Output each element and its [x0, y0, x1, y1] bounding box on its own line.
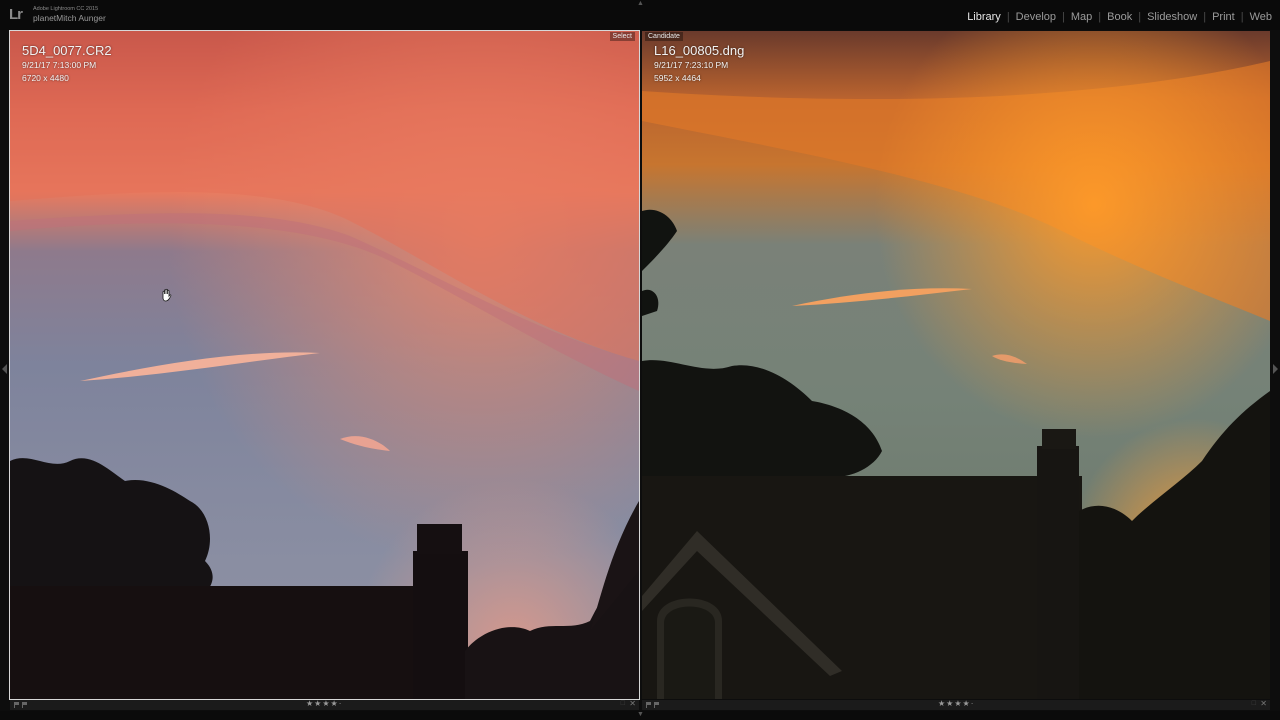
flag-icon[interactable] [14, 701, 28, 709]
candidate-dimensions: 5952 x 4464 [654, 73, 701, 83]
candidate-photo-pane[interactable]: L16_00805.dng 9/21/17 7:23:10 PM 5952 x … [642, 31, 1270, 699]
lightroom-logo: Lr [9, 6, 23, 23]
module-library[interactable]: Library [961, 11, 1007, 23]
hand-cursor-icon [162, 288, 172, 302]
select-photo-image [10, 31, 639, 699]
select-filename: 5D4_0077.CR2 [22, 43, 112, 58]
user-name: planetMitch Aunger [33, 13, 106, 23]
module-map[interactable]: Map [1065, 11, 1098, 23]
flag-icon[interactable] [646, 701, 660, 709]
select-photo-pane[interactable]: 5D4_0077.CR2 9/21/17 7:13:00 PM 6720 x 4… [9, 30, 640, 700]
module-slideshow[interactable]: Slideshow [1141, 11, 1203, 23]
close-icon[interactable]: ✕ [1260, 699, 1267, 708]
left-panel-toggle-icon[interactable] [2, 364, 8, 374]
color-label-icon[interactable]: □ [1252, 700, 1256, 707]
bottom-panel-toggle-icon[interactable]: ▼ [637, 711, 644, 718]
close-icon[interactable]: ✕ [629, 699, 636, 708]
module-book[interactable]: Book [1101, 11, 1138, 23]
product-name: Adobe Lightroom CC 2015 [33, 6, 99, 12]
top-panel-toggle-icon[interactable]: ▲ [637, 0, 644, 7]
module-picker: Library | Develop | Map | Book | Slidesh… [961, 11, 1278, 23]
candidate-rating[interactable]: ★★★★· [938, 699, 974, 708]
candidate-label: Candidate [645, 32, 683, 41]
candidate-photo-info: L16_00805.dng 9/21/17 7:23:10 PM 5952 x … [654, 43, 744, 84]
candidate-info-bar: ★★★★· □ ✕ [642, 699, 1270, 710]
select-rating[interactable]: ★★★★· [306, 699, 342, 708]
select-info-bar: ★★★★· □ ✕ [10, 699, 639, 710]
select-dimensions: 6720 x 4480 [22, 73, 69, 83]
candidate-filename: L16_00805.dng [654, 43, 745, 58]
right-panel-toggle-icon[interactable] [1272, 364, 1278, 374]
candidate-datetime: 9/21/17 7:23:10 PM [654, 60, 729, 70]
select-photo-info: 5D4_0077.CR2 9/21/17 7:13:00 PM 6720 x 4… [22, 43, 112, 84]
module-print[interactable]: Print [1206, 11, 1241, 23]
color-label-icon[interactable]: □ [621, 700, 625, 707]
select-datetime: 9/21/17 7:13:00 PM [22, 60, 97, 70]
module-develop[interactable]: Develop [1010, 11, 1062, 23]
candidate-photo-image [642, 31, 1270, 699]
select-label: Select [609, 32, 635, 41]
module-web[interactable]: Web [1244, 11, 1278, 23]
